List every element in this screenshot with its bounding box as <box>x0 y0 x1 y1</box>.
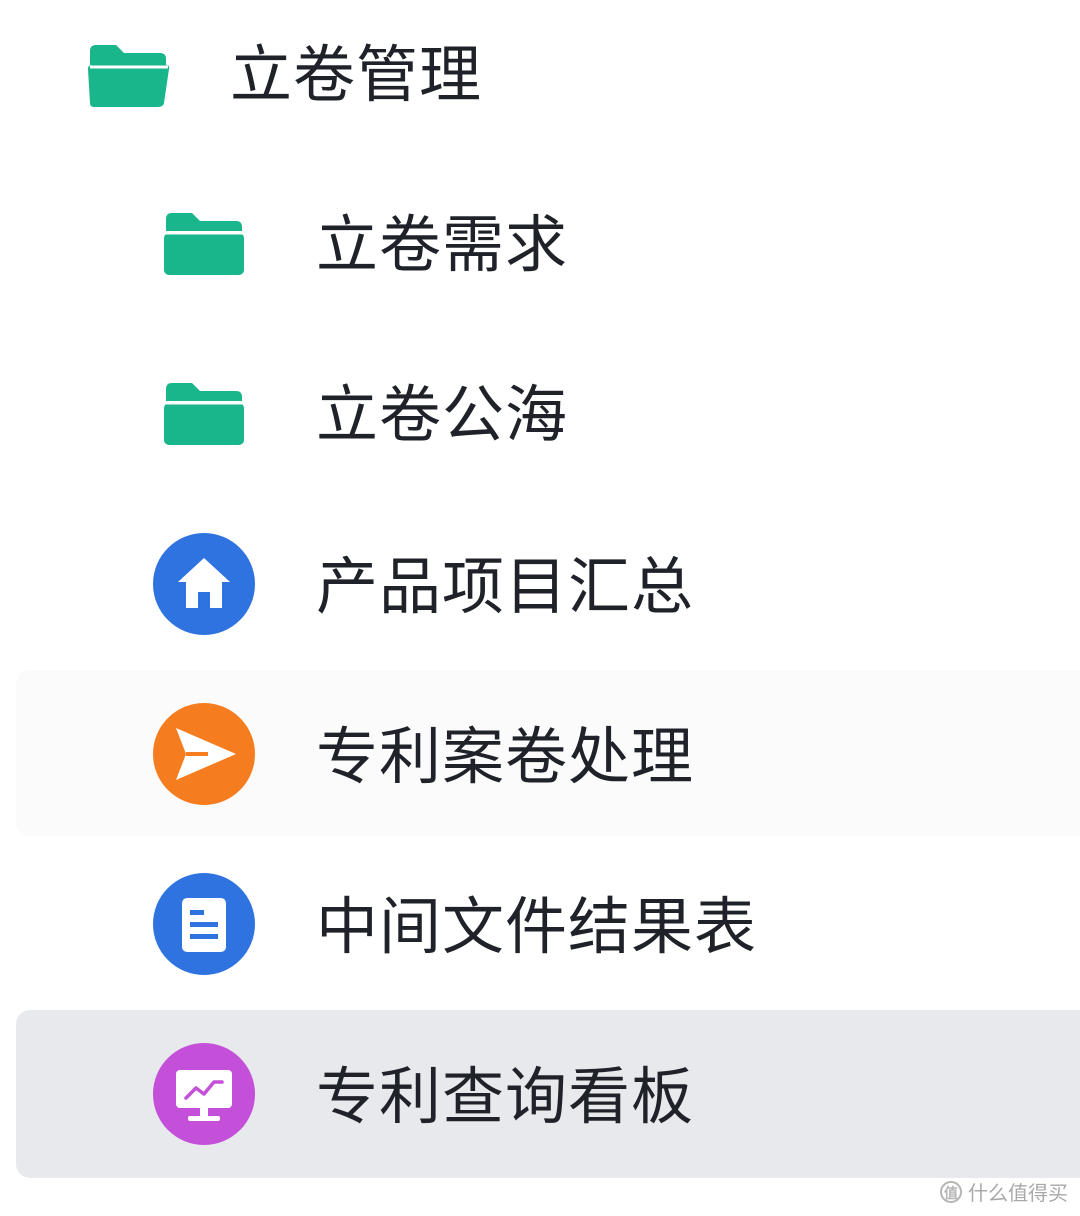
watermark-badge: 值 <box>940 1180 962 1203</box>
folder-icon <box>152 362 256 466</box>
folder-open-icon <box>76 24 180 128</box>
nav-item-label: 中间文件结果表 <box>316 890 758 963</box>
nav-group-lijuan-management[interactable]: 立卷管理 <box>16 0 1080 156</box>
nav-item-label: 立卷公海 <box>316 378 569 451</box>
home-icon <box>152 532 256 636</box>
nav-item-lijuan-pool[interactable]: 立卷公海 <box>16 334 1080 500</box>
nav-item-patent-processing[interactable]: 专利案卷处理 <box>16 670 1080 836</box>
folder-icon <box>152 192 256 296</box>
nav-item-label: 产品项目汇总 <box>316 550 695 623</box>
nav-tree: 立卷管理 立卷需求 立卷公海 产品项目汇总 专利案卷处理 中间文件结果表 专利查… <box>0 0 1080 1216</box>
nav-group-label: 立卷管理 <box>230 38 483 111</box>
nav-item-lijuan-demand[interactable]: 立卷需求 <box>16 164 1080 330</box>
nav-item-label: 立卷需求 <box>316 208 569 281</box>
nav-item-intermediate-results[interactable]: 中间文件结果表 <box>16 840 1080 1006</box>
dashboard-icon <box>152 1042 256 1146</box>
send-icon <box>152 702 256 806</box>
nav-item-label: 专利案卷处理 <box>316 720 695 793</box>
document-icon <box>152 872 256 976</box>
watermark-text: 什么值得买 <box>968 1181 1068 1205</box>
nav-item-patent-dashboard[interactable]: 专利查询看板 <box>16 1010 1080 1178</box>
nav-item-product-summary[interactable]: 产品项目汇总 <box>16 502 1080 668</box>
nav-item-label: 专利查询看板 <box>316 1060 695 1133</box>
watermark: 值 什么值得买 <box>940 1177 1068 1206</box>
